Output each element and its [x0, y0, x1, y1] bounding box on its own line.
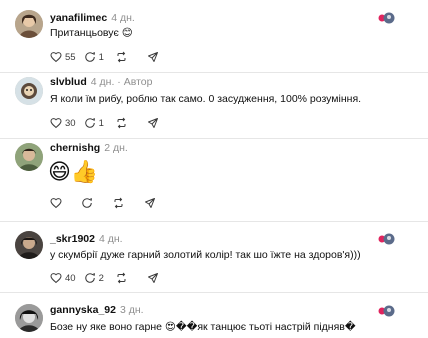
like-button[interactable]: 30 [50, 117, 76, 129]
share-icon [145, 198, 155, 208]
comment-item: slvblud 4 дн. · Автор Я коли їм рибу, роб… [0, 73, 428, 138]
comment-actions [50, 196, 164, 210]
share-button[interactable] [147, 117, 159, 129]
comment-header: chernishg 2 дн. [50, 142, 128, 155]
heart-icon [50, 273, 62, 284]
avatar[interactable] [15, 10, 43, 38]
repost-button[interactable] [115, 51, 139, 63]
repost-button[interactable] [115, 272, 139, 284]
comment-text: у скумбрії дуже гарний золотий колір! та… [50, 249, 361, 261]
reply-button[interactable]: 1 [84, 117, 107, 129]
heart-icon [50, 118, 62, 129]
avatar[interactable] [15, 143, 43, 171]
comment-icon [84, 52, 95, 62]
repost-icon [117, 51, 126, 63]
share-button[interactable] [147, 272, 159, 284]
profile-badge-icon[interactable] [378, 304, 396, 322]
share-button[interactable] [147, 51, 159, 63]
comment-item: _skr1902 4 дн. у скумбрії дуже гарний зол… [0, 222, 428, 292]
like-button[interactable]: 40 [50, 272, 76, 284]
comment-text: 😄👍 [48, 159, 99, 184]
reply-button[interactable] [81, 197, 104, 209]
comment-text: Я коли їм рибу, роблю так само. 0 засудж… [50, 93, 362, 105]
timestamp: 4 дн. [111, 12, 135, 24]
timestamp: 3 дн. [119, 304, 144, 316]
username[interactable]: _skr1902 [50, 233, 95, 245]
username[interactable]: chernishg [50, 142, 100, 154]
heart-icon [50, 198, 62, 209]
username[interactable]: yanafilimec [50, 12, 107, 24]
reply-count: 2 [98, 272, 104, 284]
comment-icon [84, 273, 95, 283]
username[interactable]: slvblud [50, 76, 87, 88]
reply-count: 1 [98, 51, 104, 63]
reply-count: 1 [98, 117, 104, 129]
profile-badge-icon[interactable] [378, 11, 396, 29]
reply-button[interactable]: 2 [84, 272, 107, 284]
like-button[interactable] [50, 197, 73, 209]
comment-item: gannyska_92 3 дн. Бозе ну яке воно гарне … [0, 293, 428, 338]
avatar[interactable] [15, 77, 43, 105]
timestamp: 4 дн. [98, 233, 123, 245]
comment-header: yanafilimec 4 дн. [50, 12, 135, 25]
like-count: 55 [65, 51, 76, 63]
repost-button[interactable] [115, 117, 139, 129]
share-icon [147, 273, 158, 283]
comment-header: slvblud 4 дн. · Автор [50, 76, 152, 89]
share-icon [147, 118, 158, 128]
comment-icon [84, 118, 95, 128]
repost-icon [117, 272, 126, 284]
comment-item: yanafilimec 4 дн. Пританцьовує 😊 55 1 [0, 0, 428, 72]
comment-header: gannyska_92 3 дн. [50, 304, 144, 317]
comment-text: Бозе ну яке воно гарне 😍��як танцює тьот… [50, 321, 356, 333]
comment-text: Пританцьовує 😊 [50, 27, 133, 39]
author-badge: Автор [123, 76, 153, 88]
like-count: 40 [65, 272, 76, 284]
repost-icon [117, 117, 126, 129]
timestamp: 4 дн. [90, 76, 115, 88]
repost-button[interactable] [112, 197, 136, 209]
username[interactable]: gannyska_92 [50, 304, 116, 316]
comment-actions: 30 1 [50, 116, 167, 130]
reply-button[interactable]: 1 [84, 51, 107, 63]
like-button[interactable]: 55 [50, 51, 76, 63]
author-separator: · [117, 76, 121, 88]
comment-item: chernishg 2 дн. 😄👍 [0, 139, 428, 221]
profile-badge-icon[interactable] [378, 232, 396, 250]
share-icon [147, 52, 158, 62]
comment-icon [82, 198, 92, 208]
comment-header: _skr1902 4 дн. [50, 233, 123, 246]
comment-actions: 40 2 [50, 271, 167, 285]
timestamp: 2 дн. [104, 142, 128, 154]
avatar[interactable] [15, 304, 43, 332]
heart-icon [50, 52, 62, 63]
avatar[interactable] [15, 231, 43, 259]
like-count: 30 [65, 117, 76, 129]
comment-actions: 55 1 [50, 50, 167, 64]
share-button[interactable] [144, 197, 156, 209]
repost-icon [114, 197, 123, 209]
